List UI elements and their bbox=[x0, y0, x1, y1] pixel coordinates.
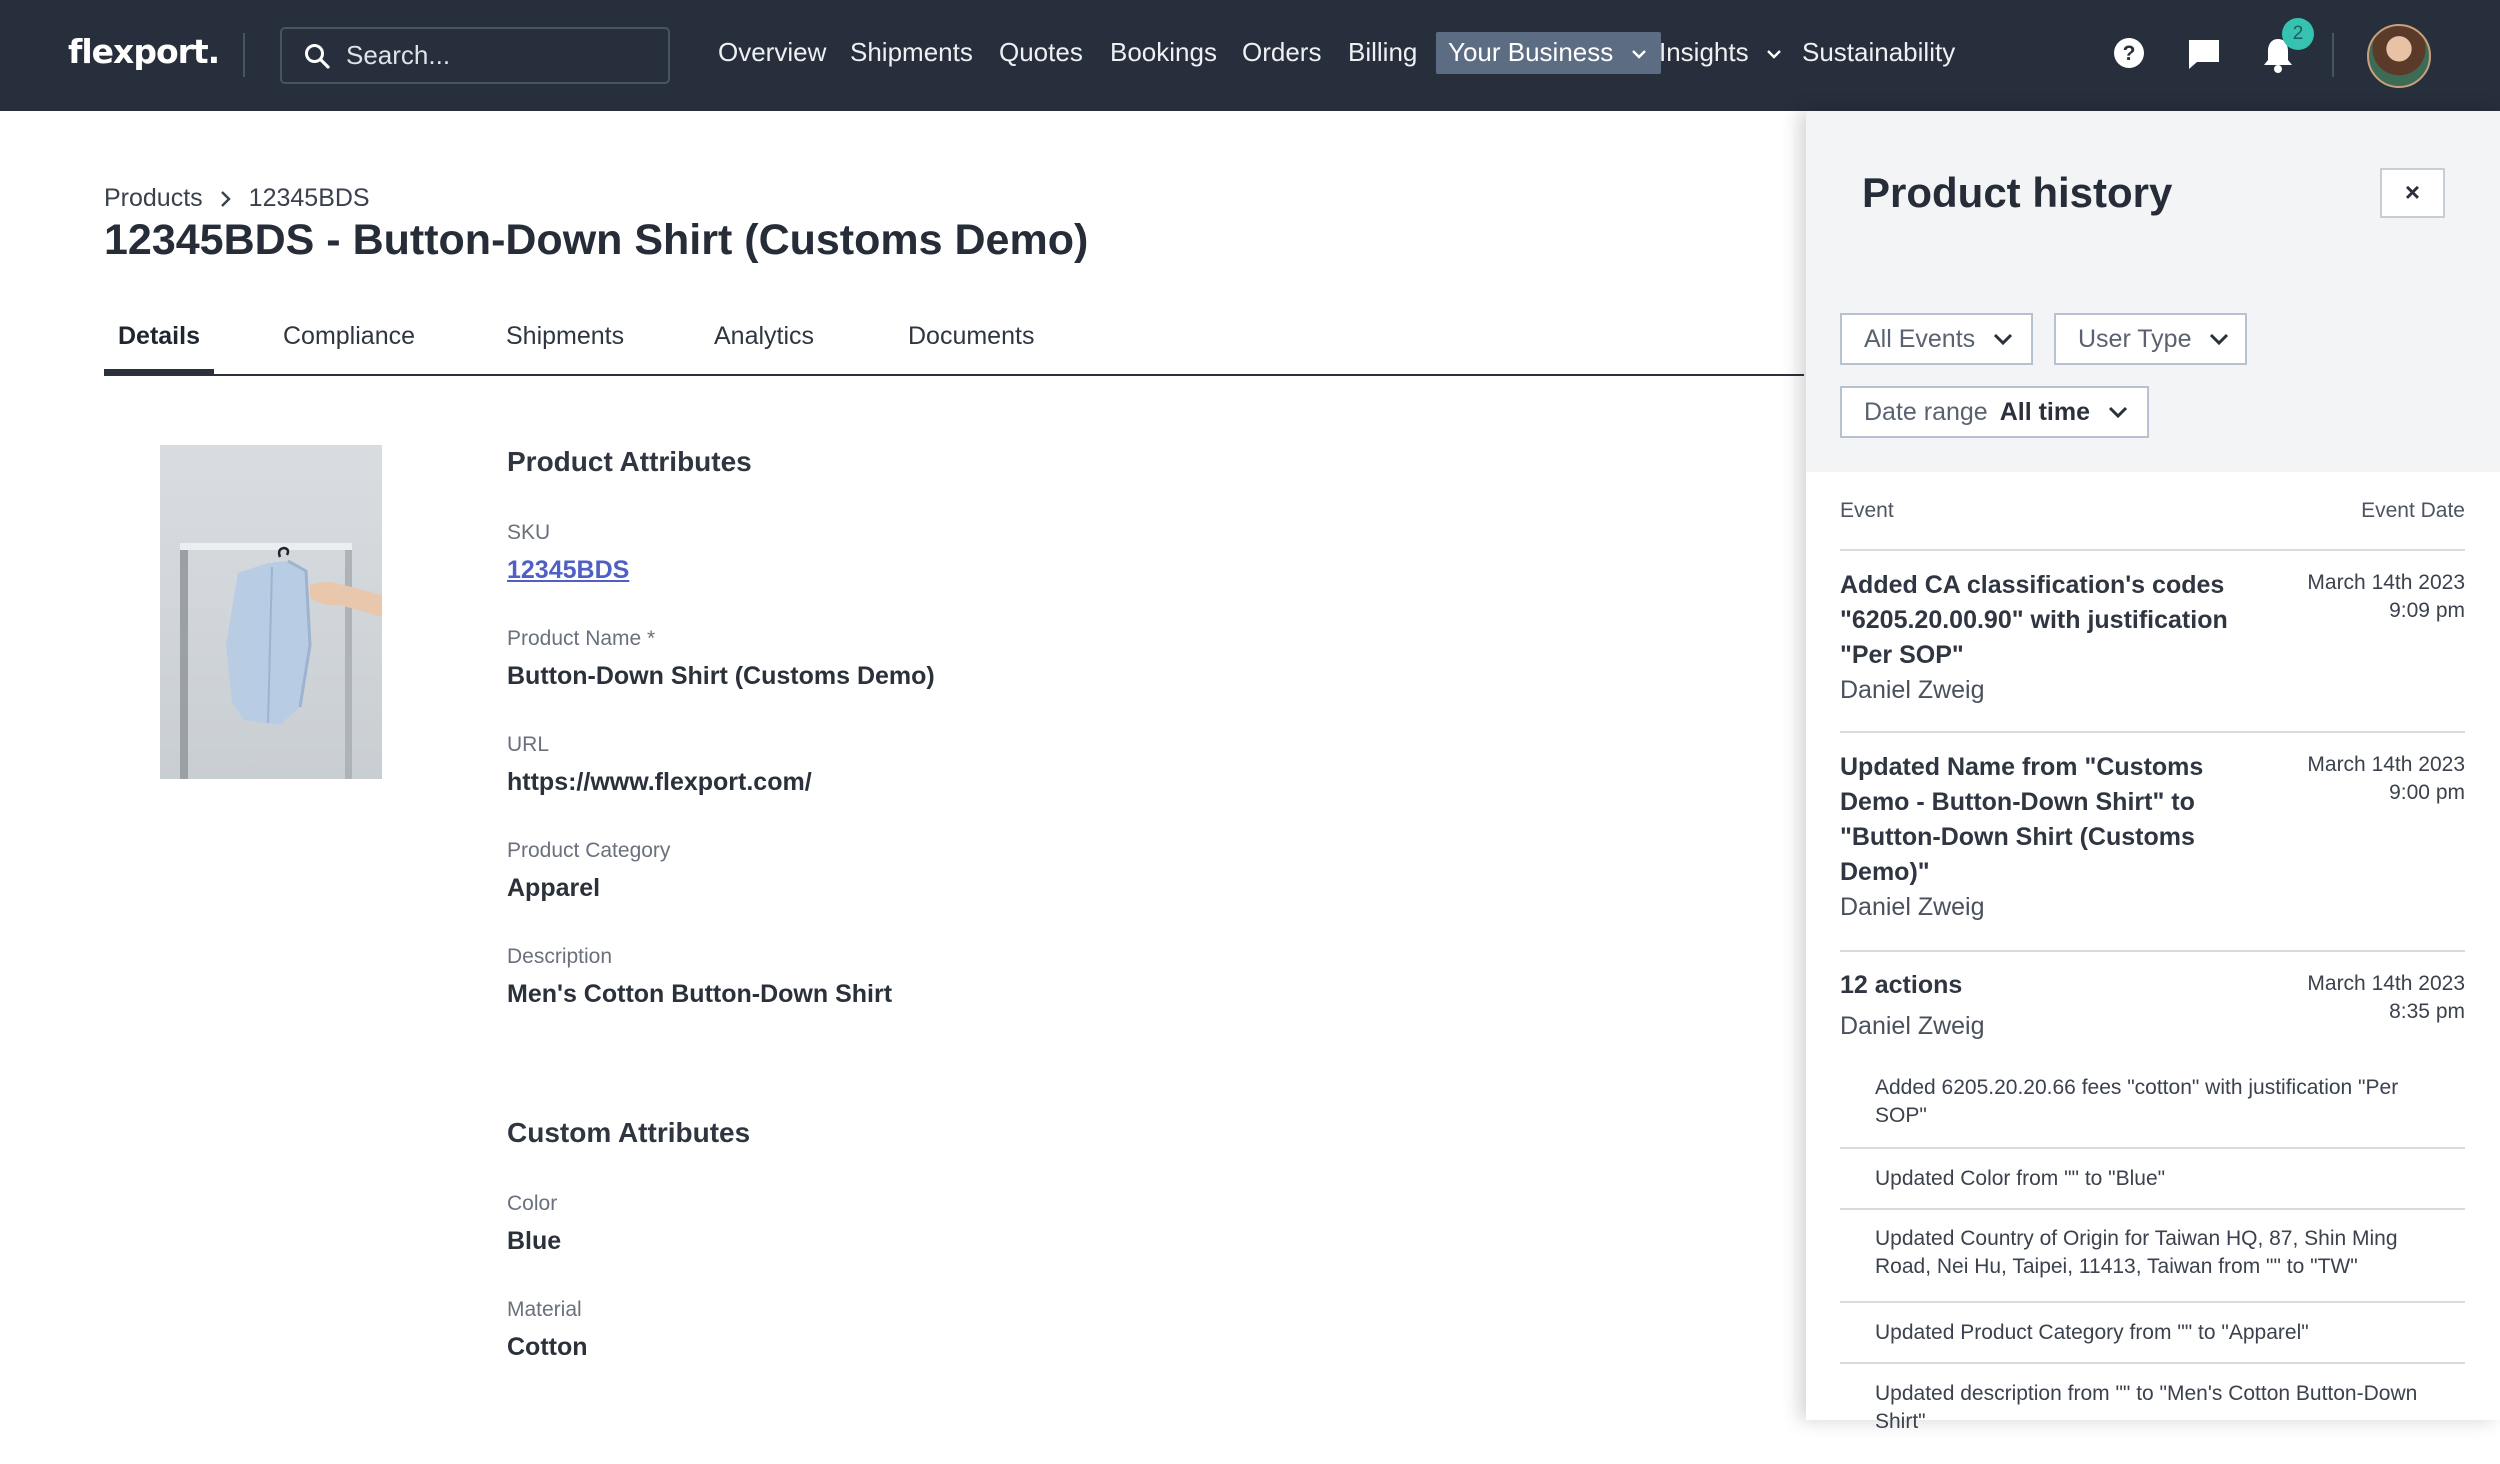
panel-title: Product history bbox=[1862, 169, 2173, 216]
user-type-filter-value: User Type bbox=[2078, 324, 2192, 353]
action-item: Added 6205.20.20.66 fees "cotton" with j… bbox=[1840, 1062, 2465, 1149]
nav-billing[interactable]: Billing bbox=[1348, 37, 1417, 68]
nav-insights[interactable]: Insights bbox=[1659, 37, 1782, 68]
product-category-label: Product Category bbox=[507, 839, 671, 862]
active-tab-indicator bbox=[104, 369, 214, 374]
event-date-time: 9:00 pm bbox=[2389, 781, 2465, 804]
chevron-down-icon bbox=[2210, 333, 2229, 346]
event-date-column-header: Event Date bbox=[2361, 499, 2465, 522]
notification-count-badge: 2 bbox=[2282, 18, 2314, 50]
action-text: Updated Color from "" to "Blue" bbox=[1875, 1167, 2166, 1190]
nav-insights-label: Insights bbox=[1659, 37, 1749, 67]
tab-compliance[interactable]: Compliance bbox=[283, 322, 415, 351]
action-text: Updated Country of Origin for Taiwan HQ,… bbox=[1875, 1227, 2398, 1278]
custom-attributes-heading: Custom Attributes bbox=[507, 1117, 751, 1148]
url-value: https://www.flexport.com/ bbox=[507, 768, 812, 796]
user-avatar[interactable] bbox=[2367, 24, 2431, 88]
nav-overview[interactable]: Overview bbox=[718, 37, 826, 68]
product-name-label: Product Name * bbox=[507, 627, 656, 650]
action-text: Added 6205.20.20.66 fees "cotton" with j… bbox=[1875, 1076, 2399, 1127]
messages-icon[interactable] bbox=[2187, 38, 2221, 70]
product-name-value: Button-Down Shirt (Customs Demo) bbox=[507, 662, 935, 690]
sku-link[interactable]: 12345BDS bbox=[507, 556, 629, 585]
top-navigation-bar: flexport. Search... Overview Shipments Q… bbox=[0, 0, 2500, 111]
date-range-filter-dropdown[interactable]: Date range All time bbox=[1840, 386, 2149, 438]
breadcrumb-products-link[interactable]: Products bbox=[104, 184, 203, 213]
divider bbox=[2332, 33, 2334, 77]
event-date: March 14th 2023 9:00 pm bbox=[2307, 751, 2465, 807]
event-date-day: March 14th 2023 bbox=[2307, 571, 2465, 594]
tab-analytics[interactable]: Analytics bbox=[714, 322, 814, 351]
event-user: Daniel Zweig bbox=[1840, 893, 1985, 921]
close-button[interactable]: × bbox=[2380, 168, 2445, 218]
events-filter-dropdown[interactable]: All Events bbox=[1840, 313, 2033, 365]
event-title: 12 actions bbox=[1840, 971, 1963, 999]
nav-your-business[interactable]: Your Business bbox=[1436, 32, 1661, 74]
material-value: Cotton bbox=[507, 1333, 588, 1361]
product-image bbox=[160, 445, 382, 779]
action-item: Updated Product Category from "" to "App… bbox=[1840, 1303, 2465, 1364]
nav-orders[interactable]: Orders bbox=[1242, 37, 1321, 68]
help-icon[interactable]: ? bbox=[2113, 37, 2145, 69]
nav-quotes[interactable]: Quotes bbox=[999, 37, 1083, 68]
chevron-down-icon bbox=[2108, 406, 2128, 419]
action-item: Updated description from "" to "Men's Co… bbox=[1840, 1364, 2465, 1464]
event-user: Daniel Zweig bbox=[1840, 676, 1985, 704]
tab-documents[interactable]: Documents bbox=[908, 322, 1034, 351]
nav-shipments[interactable]: Shipments bbox=[850, 37, 973, 68]
product-history-panel: Product history × All Events User Type D… bbox=[1806, 111, 2500, 1433]
product-attributes-heading: Product Attributes bbox=[507, 446, 752, 477]
history-event-group[interactable]: 12 actions Daniel Zweig March 14th 2023 … bbox=[1840, 952, 2465, 1062]
date-range-label: Date range bbox=[1864, 397, 1988, 426]
url-label: URL bbox=[507, 733, 550, 756]
history-event-row[interactable]: Added CA classification's codes "6205.20… bbox=[1840, 551, 2465, 733]
action-text: Updated Product Category from "" to "App… bbox=[1875, 1321, 2309, 1344]
event-column-header: Event bbox=[1840, 499, 1894, 522]
event-date-day: March 14th 2023 bbox=[2307, 972, 2465, 995]
chevron-right-icon bbox=[220, 190, 231, 207]
event-date: March 14th 2023 8:35 pm bbox=[2307, 970, 2465, 1026]
tab-details[interactable]: Details bbox=[118, 322, 200, 351]
flexport-logo[interactable]: flexport. bbox=[68, 32, 220, 71]
action-item: Updated Color from "" to "Blue" bbox=[1840, 1149, 2465, 1210]
material-label: Material bbox=[507, 1298, 582, 1321]
event-title: Added CA classification's codes "6205.20… bbox=[1840, 571, 2228, 669]
search-placeholder: Search... bbox=[346, 40, 451, 70]
event-title: Updated Name from "Customs Demo - Button… bbox=[1840, 753, 2204, 886]
chevron-down-icon bbox=[1631, 50, 1646, 59]
product-category-value: Apparel bbox=[507, 874, 601, 902]
nav-bookings[interactable]: Bookings bbox=[1110, 37, 1217, 68]
description-value: Men's Cotton Button-Down Shirt bbox=[507, 980, 893, 1008]
action-item: Updated Country of Origin for Taiwan HQ,… bbox=[1840, 1210, 2465, 1303]
panel-header: Product history × All Events User Type D… bbox=[1806, 111, 2500, 472]
event-date-time: 9:09 pm bbox=[2389, 599, 2465, 622]
color-label: Color bbox=[507, 1192, 558, 1215]
tab-shipments[interactable]: Shipments bbox=[506, 322, 624, 351]
page-title: 12345BDS - Button-Down Shirt (Customs De… bbox=[104, 216, 1089, 264]
nav-your-business-label: Your Business bbox=[1448, 37, 1614, 67]
event-user: Daniel Zweig bbox=[1840, 1012, 1985, 1040]
tab-bar: Details Compliance Shipments Analytics D… bbox=[104, 318, 1804, 376]
breadcrumb-current: 12345BDS bbox=[248, 184, 370, 212]
search-icon bbox=[305, 43, 330, 69]
chevron-down-icon bbox=[1994, 333, 2013, 346]
history-event-row[interactable]: Updated Name from "Customs Demo - Button… bbox=[1840, 733, 2465, 952]
divider bbox=[243, 33, 245, 77]
date-range-value: All time bbox=[1999, 397, 2090, 426]
svg-text:?: ? bbox=[2123, 42, 2136, 65]
chevron-down-icon bbox=[1766, 50, 1781, 59]
event-date: March 14th 2023 9:09 pm bbox=[2307, 569, 2465, 625]
events-filter-value: All Events bbox=[1864, 324, 1976, 353]
breadcrumb: Products 12345BDS bbox=[104, 184, 370, 213]
event-date-day: March 14th 2023 bbox=[2307, 753, 2465, 776]
nav-sustainability[interactable]: Sustainability bbox=[1802, 37, 1955, 68]
description-label: Description bbox=[507, 945, 613, 968]
event-date-time: 8:35 pm bbox=[2389, 1000, 2465, 1023]
color-value: Blue bbox=[507, 1227, 562, 1255]
search-input[interactable]: Search... bbox=[280, 27, 670, 84]
action-text: Updated description from "" to "Men's Co… bbox=[1875, 1382, 2418, 1433]
sku-label: SKU bbox=[507, 521, 551, 544]
user-type-filter-dropdown[interactable]: User Type bbox=[2054, 313, 2247, 365]
